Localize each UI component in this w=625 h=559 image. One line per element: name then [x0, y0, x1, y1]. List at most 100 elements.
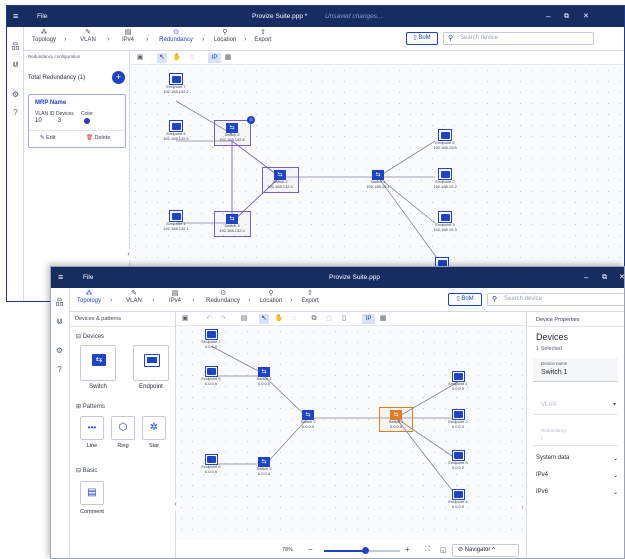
- tab-topology[interactable]: ⁂ Topology: [28, 29, 60, 43]
- help-icon[interactable]: ?: [10, 107, 21, 118]
- ring-pattern-item[interactable]: ⬡: [111, 416, 135, 440]
- close-icon[interactable]: ✕: [583, 6, 589, 27]
- node-switch-1[interactable]: ⇆ Switch 1 0.0.0.0: [376, 410, 416, 429]
- node-endpoint-4[interactable]: Endpoint 4 192.168.132.5: [156, 120, 196, 141]
- plug-icon[interactable]: ⋓: [54, 316, 65, 327]
- hand-tool-icon[interactable]: ✋: [172, 53, 182, 63]
- trash-icon[interactable]: ▯: [339, 314, 349, 324]
- zoom-out-button[interactable]: −: [308, 545, 313, 554]
- tab-vlan[interactable]: ✎ VLAN: [74, 29, 102, 43]
- node-switch-2[interactable]: ⇆ Switch 2 192.168.132.3: [260, 170, 300, 189]
- ipv4-section[interactable]: IPv4 ⌄: [527, 472, 624, 479]
- settings-icon[interactable]: ⚙: [10, 89, 21, 100]
- tab-vlan[interactable]: ✎ VLAN: [122, 290, 146, 304]
- node-switch-4[interactable]: ⇆ Switch 4 192.168.132.6: [212, 123, 252, 142]
- ip-toggle[interactable]: IP: [208, 53, 221, 63]
- node-switch-1[interactable]: ⇆ Switch 1 192.168.10.1: [358, 170, 398, 189]
- hand-tool-icon[interactable]: ✋: [274, 314, 284, 324]
- node-endpoint-1[interactable]: Endpoint 1 0.0.0.0: [438, 371, 478, 391]
- tab-ipv4[interactable]: ▤ IPv4: [117, 29, 139, 43]
- edit-button[interactable]: ✎ Edit: [40, 135, 56, 141]
- vlan-select[interactable]: VLAN ▾: [533, 395, 618, 415]
- minimize-icon[interactable]: –: [546, 6, 550, 27]
- node-endpoint-5[interactable]: Endpoint 5 0.0.0.0: [191, 366, 231, 386]
- plug-icon[interactable]: ⋓: [10, 59, 21, 70]
- paste-icon[interactable]: ◻: [324, 314, 334, 324]
- redo-icon[interactable]: ↷: [218, 314, 228, 324]
- settings-icon[interactable]: ⚙: [54, 345, 65, 356]
- delete-button[interactable]: 🗑 Delete: [86, 135, 110, 141]
- line-pattern-item[interactable]: •••: [80, 416, 104, 440]
- bom-button[interactable]: ▯ BoM: [448, 293, 482, 306]
- node-endpoint-2[interactable]: Endpoint 2 0.0.0.0: [438, 409, 478, 429]
- close-icon[interactable]: ✕: [619, 267, 624, 288]
- star-pattern-item[interactable]: ✲: [142, 416, 166, 440]
- fit-screen-icon[interactable]: ⛶: [425, 546, 430, 554]
- network-icon[interactable]: 品: [54, 297, 65, 308]
- node-endpoint-7[interactable]: Endpoint 7 192.168.132.2: [156, 73, 196, 94]
- zoom-slider[interactable]: [324, 547, 400, 554]
- device-name-field[interactable]: Device name Switch 1: [533, 358, 618, 382]
- node-switch-2[interactable]: ⇆ Switch 2 0.0.0.0: [288, 410, 328, 429]
- node-switch-4[interactable]: ⇆ Switch 4 0.0.0.0: [244, 367, 284, 386]
- grid-toggle-icon[interactable]: ▦: [223, 53, 233, 63]
- node-endpoint-4[interactable]: Endpoint 4 0.0.0.0: [438, 489, 478, 509]
- grid-toggle-icon[interactable]: ▦: [378, 314, 388, 324]
- node-endpoint-3[interactable]: Endpoint 3 0.0.0.0: [438, 450, 478, 470]
- add-redundancy-button[interactable]: +: [112, 71, 125, 84]
- search-input[interactable]: ⚲ Search device: [487, 293, 624, 306]
- tab-topology[interactable]: ⁂ Topology: [72, 290, 106, 304]
- menu-icon[interactable]: ≡: [13, 6, 18, 27]
- file-menu[interactable]: File: [83, 267, 93, 288]
- tab-export[interactable]: ⇧ Export: [250, 29, 276, 43]
- basic-section-icon: ⊟: [76, 468, 82, 474]
- maximize-icon[interactable]: ⧉: [564, 6, 569, 27]
- search-input[interactable]: ⚲ Search device: [443, 32, 594, 45]
- node-endpoint-5[interactable]: Endpoint 5 192.168.10.5: [425, 129, 465, 150]
- ipv6-section[interactable]: IPv6 ⌄: [527, 489, 624, 496]
- tab-location[interactable]: ⚲ Location: [210, 29, 240, 43]
- mrp-card[interactable]: MRP Name VLAN ID Devices Color 10 3 ✎ Ed…: [28, 94, 126, 148]
- save-icon[interactable]: ▣: [135, 53, 145, 63]
- minimize-icon[interactable]: –: [584, 267, 588, 288]
- node-endpoint-6[interactable]: Endpoint 6 0.0.0.0: [191, 454, 231, 474]
- node-endpoint-3[interactable]: Endpoint 3 192.168.10.3: [425, 211, 465, 232]
- copy-icon[interactable]: ⧉: [309, 314, 319, 324]
- tab-redundancy[interactable]: ⊙ Redundancy: [202, 290, 244, 304]
- pointer-tool-icon[interactable]: ↖: [157, 53, 167, 63]
- node-endpoint-2[interactable]: Endpoint 2 192.168.10.2: [425, 168, 465, 189]
- bom-button[interactable]: ▯ BoM: [406, 32, 438, 45]
- tab-location[interactable]: ⚲ Location: [256, 290, 286, 304]
- zoom-slider-thumb[interactable]: [362, 547, 370, 554]
- lasso-tool-icon[interactable]: ◌: [187, 53, 197, 63]
- menu-icon[interactable]: ≡: [58, 267, 63, 288]
- file-menu[interactable]: File: [37, 6, 47, 27]
- node-endpoint-1[interactable]: Endpoint 1 192.168.132.1: [156, 210, 196, 231]
- lasso-tool-icon[interactable]: ◌: [289, 314, 299, 324]
- collapse-panel-icon[interactable]: ‹: [171, 499, 180, 510]
- topology-canvas[interactable]: Endpoint 7 0.0.0.0 Endpoint 5 0.0.0.0 ⇆ Swi…: [176, 326, 527, 540]
- zoom-in-button[interactable]: +: [405, 545, 410, 554]
- maximize-icon[interactable]: ⧉: [602, 267, 607, 288]
- mrp-name: MRP Name: [35, 100, 67, 106]
- pointer-tool-icon[interactable]: ↖: [259, 314, 269, 324]
- undo-icon[interactable]: ↶: [204, 314, 214, 324]
- node-endpoint-7[interactable]: Endpoint 7 0.0.0.0: [191, 329, 231, 349]
- switch-palette-item[interactable]: ⇆: [80, 345, 116, 381]
- comment-palette-item[interactable]: ▤: [80, 481, 104, 505]
- collapse-panel-icon[interactable]: ‹: [124, 249, 133, 260]
- system-data-section[interactable]: System data ⌄: [527, 455, 624, 462]
- endpoint-palette-item[interactable]: [133, 345, 169, 381]
- delete-icon[interactable]: ▤: [239, 314, 249, 324]
- minimap-icon[interactable]: ◱: [440, 546, 447, 554]
- tab-redundancy[interactable]: ⊙ Redundancy: [154, 29, 198, 43]
- network-icon[interactable]: 品: [10, 41, 21, 52]
- save-icon[interactable]: ▣: [180, 314, 190, 324]
- navigator-button[interactable]: ⊘ Navigator ^: [452, 544, 519, 557]
- tab-export[interactable]: ⇧ Export: [298, 290, 322, 304]
- node-switch-3[interactable]: ⇆ Switch 3 0.0.0.0: [244, 457, 284, 476]
- help-icon[interactable]: ?: [54, 364, 65, 375]
- node-switch-3[interactable]: ⇆ Switch 3 192.168.132.4: [212, 214, 252, 233]
- ip-toggle[interactable]: IP: [362, 314, 375, 324]
- tab-ipv4[interactable]: ▤ IPv4: [164, 290, 186, 304]
